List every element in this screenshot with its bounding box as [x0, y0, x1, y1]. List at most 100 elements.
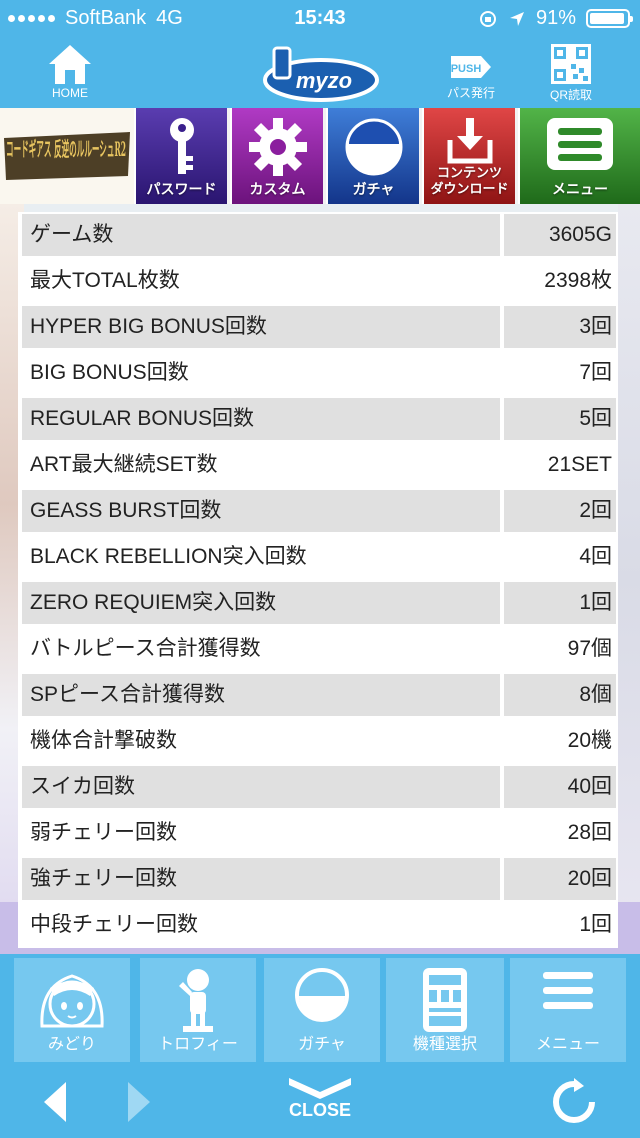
gacha-icon	[345, 118, 402, 176]
push-icon: PUSH	[451, 56, 491, 78]
stat-label: バトルピース合計獲得数	[30, 637, 261, 660]
stat-label: REGULAR BONUS回数	[22, 398, 500, 440]
stat-row: BIG BONUS回数 7回	[18, 350, 618, 396]
stat-label: 中段チェリー回数	[30, 913, 198, 936]
tab-machine-select-label: 機種選択	[412, 1034, 477, 1053]
stat-row: GEASS BURST回数 2回	[18, 488, 618, 534]
stat-label: HYPER BIG BONUS回数	[22, 306, 500, 348]
stat-value: 20機	[567, 729, 612, 752]
key-icon	[169, 118, 194, 174]
stat-row: スイカ回数 40回	[18, 764, 618, 810]
qr-code-icon	[551, 44, 591, 84]
custom-label: カスタム	[249, 182, 306, 198]
tab-trophy-label: トロフィー	[158, 1034, 238, 1053]
stat-value: 4回	[579, 545, 612, 568]
reload-icon[interactable]	[550, 1078, 598, 1126]
close-label: CLOSE	[288, 1100, 351, 1120]
custom-button[interactable]: カスタム	[230, 108, 323, 204]
stat-value: 1回	[579, 913, 612, 936]
close-button[interactable]: CLOSE	[270, 1076, 370, 1121]
stat-value: 3回	[504, 306, 616, 348]
tab-gacha-label: ガチャ	[298, 1034, 346, 1053]
content-download-label-text: コンテンツ ダウンロード	[430, 166, 509, 197]
svg-text:コードギアス 反逆のルルーシュR2: コードギアス 反逆のルルーシュR2	[6, 137, 126, 161]
stat-value: 7回	[579, 361, 612, 384]
tab-gacha[interactable]: ガチャ	[264, 958, 380, 1062]
qr-read-label: QR読取	[549, 88, 592, 102]
bottom-nav: CLOSE	[0, 1066, 640, 1138]
category-nav: コードギアス 反逆のルルーシュR2 パスワード カスタム ガチャ コンテンツ ダ…	[0, 108, 640, 204]
orientation-lock-icon	[479, 10, 496, 27]
menu-icon	[547, 118, 613, 170]
stat-label: ゲーム数	[22, 214, 500, 256]
myzo-logo: myzo	[260, 44, 382, 109]
slot-machine-icon	[423, 968, 467, 1032]
password-button[interactable]: パスワード	[134, 108, 227, 204]
gacha-button[interactable]: ガチャ	[326, 108, 419, 204]
tab-menu-label: メニュー	[535, 1034, 600, 1053]
stat-label: スイカ回数	[22, 766, 500, 808]
main-content[interactable]: ゲーム数 3605G 最大TOTAL枚数 2398枚 HYPER BIG BONUS回数…	[0, 204, 640, 954]
stat-row: HYPER BIG BONUS回数 3回	[18, 304, 618, 350]
home-icon	[49, 45, 91, 84]
stat-label: SPピース合計獲得数	[22, 674, 500, 716]
tab-trophy[interactable]: トロフィー	[140, 958, 256, 1062]
tab-machine-select[interactable]: 機種選択	[386, 958, 504, 1062]
stat-row: 中段チェリー回数 1回	[18, 902, 618, 948]
game-title-logo: コードギアス 反逆のルルーシュR2	[0, 108, 134, 204]
stat-row: ZERO REQUIEM突入回数 1回	[18, 580, 618, 626]
stat-label: GEASS BURST回数	[22, 490, 500, 532]
gacha-label: ガチャ	[352, 182, 395, 198]
content-download-button[interactable]: コンテンツ ダウンロード	[422, 108, 515, 204]
pass-issue-label: パス発行	[446, 86, 495, 100]
password-label: パスワード	[146, 182, 217, 198]
stat-label: 機体合計撃破数	[30, 729, 177, 752]
gacha-icon	[295, 968, 349, 1022]
battery-icon	[586, 9, 633, 28]
stat-label: 弱チェリー回数	[30, 821, 177, 844]
back-arrow-icon[interactable]	[40, 1080, 70, 1124]
menu-label: メニュー	[552, 182, 608, 198]
stat-value: 1回	[504, 582, 616, 624]
forward-arrow-icon[interactable]	[124, 1080, 154, 1124]
stat-value: 20回	[504, 858, 616, 900]
home-label: HOME	[52, 86, 88, 100]
background-artwork-right	[618, 204, 640, 954]
character-avatar-icon	[40, 974, 104, 1028]
stat-row: 強チェリー回数 20回	[18, 856, 618, 902]
stat-label: 強チェリー回数	[22, 858, 500, 900]
home-button[interactable]: HOME	[38, 42, 102, 100]
stat-row: 機体合計撃破数 20機	[18, 718, 618, 764]
tab-midori-label: みどり	[47, 1034, 96, 1053]
bottom-tab-bar: みどり トロフィー ガチャ 機種選択 メニュー	[0, 954, 640, 1066]
stat-row: 最大TOTAL枚数 2398枚	[18, 258, 618, 304]
stat-value: 21SET	[547, 453, 612, 476]
status-bar: SoftBank 4G 15:43 91%	[0, 0, 640, 36]
stat-value: 8個	[504, 674, 616, 716]
stat-row: ART最大継続SET数 21SET	[18, 442, 618, 488]
svg-text:PUSH: PUSH	[451, 63, 482, 75]
stat-row: 弱チェリー回数 28回	[18, 810, 618, 856]
stat-label: ART最大継続SET数	[30, 453, 218, 476]
gear-icon	[248, 118, 307, 176]
app-header: HOME myzo PUSH パス発行 QR読取	[0, 36, 640, 108]
menu-button[interactable]: メニュー	[518, 108, 640, 204]
menu-icon	[543, 972, 593, 1009]
location-arrow-icon	[509, 11, 524, 26]
tab-midori[interactable]: みどり	[14, 958, 130, 1062]
stat-label: ZERO REQUIEM突入回数	[22, 582, 500, 624]
stat-label: BIG BONUS回数	[30, 361, 189, 384]
pass-issue-button[interactable]: PUSH パス発行	[440, 50, 502, 101]
svg-text:myzo: myzo	[296, 68, 352, 93]
stat-row: REGULAR BONUS回数 5回	[18, 396, 618, 442]
tab-menu[interactable]: メニュー	[510, 958, 626, 1062]
content-download-label: コンテンツ ダウンロード	[424, 166, 515, 198]
trophy-figure-icon	[179, 969, 213, 1032]
qr-read-button[interactable]: QR読取	[540, 42, 602, 103]
stat-row: バトルピース合計獲得数 97個	[18, 626, 618, 672]
stat-value: 2回	[504, 490, 616, 532]
stat-row: BLACK REBELLION突入回数 4回	[18, 534, 618, 580]
stat-row: ゲーム数 3605G	[18, 212, 618, 258]
stat-label: 最大TOTAL枚数	[30, 269, 180, 292]
stat-label: BLACK REBELLION突入回数	[30, 545, 307, 568]
